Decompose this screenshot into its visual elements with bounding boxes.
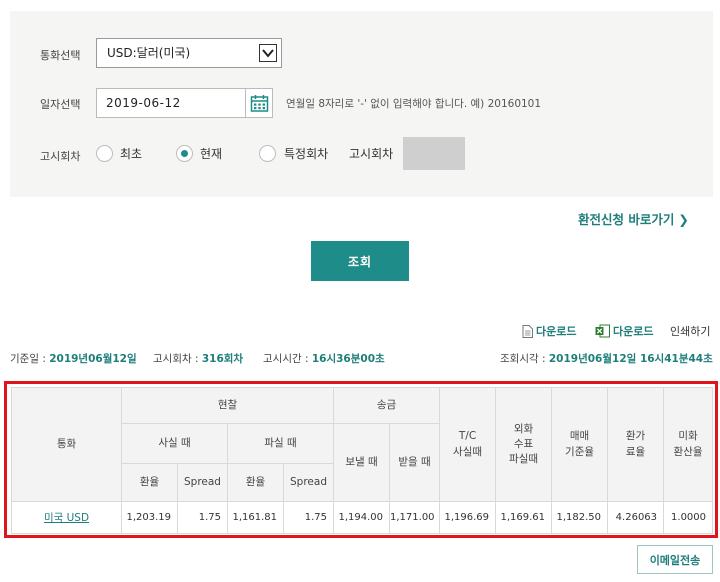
cell-cash-sell-spread: 1.75 [282,501,335,534]
currency-label: 통화선택 [40,49,81,62]
cell-cash-buy-spread: 1.75 [177,501,228,534]
chevron-down-icon[interactable] [259,44,277,62]
radio-specific[interactable] [259,145,276,162]
th-buy-rate: 환율 [121,463,178,502]
cell-cash-buy-rate: 1,203.19 [121,501,178,534]
excel-download-button[interactable]: 다운로드 [595,323,653,339]
th-check: 외화 수표 파실때 [495,387,553,502]
cell-currency: 미국 USD [11,501,122,534]
th-buy: 사실 때 [121,423,228,464]
cell-receive: 1,171.00 [389,501,441,534]
radio-current-label[interactable]: 현재 [200,145,222,162]
th-remit: 송금 [333,387,441,424]
notice-time-info: 고시시간 : 16시36분00초 [263,351,385,366]
date-hint: 연월일 8자리로 '-' 없이 입력해야 합니다. 예) 20160101 [286,98,542,110]
excel-icon [595,324,610,338]
notice-round-info: 고시회차 : 316회차 [153,351,243,366]
search-panel: 통화선택 USD:달러(미국) 일자선택 2019-06-12 연월일 8자리로… [10,11,713,197]
cell-usd-rate: 1.0000 [663,501,714,534]
base-date-value: 2019년06월12일 [49,353,137,365]
query-time-label: 조회시각 : [500,353,546,365]
calendar-icon[interactable] [245,88,273,118]
query-time-info: 조회시각 : 2019년06월12일 16시41분44초 [500,351,713,366]
currency-select[interactable]: USD:달러(미국) [96,38,282,68]
th-sell: 파실 때 [226,423,335,464]
notice-round-label: 고시회차 : [153,353,199,365]
th-sell-spread: Spread [282,463,335,502]
currency-select-value: USD:달러(미국) [107,46,191,60]
cell-tc: 1,196.69 [439,501,497,534]
currency-link[interactable]: 미국 USD [44,512,89,524]
exchange-shortcut-label: 환전신청 바로가기 [578,212,675,227]
cell-conversion: 4.26063 [607,501,665,534]
th-buy-spread: Spread [177,463,228,502]
cell-send: 1,194.00 [333,501,391,534]
date-input[interactable]: 2019-06-12 [96,88,246,118]
query-time-value: 2019년06월12일 16시41분44초 [548,353,713,365]
notice-round-value: 316회차 [201,353,244,365]
cell-base-rate: 1,182.50 [551,501,609,534]
base-date-info: 기준일 : 2019년06월12일 [10,351,137,366]
th-currency: 통화 [11,387,122,502]
exchange-shortcut-link[interactable]: 환전신청 바로가기 ❯ [578,209,689,228]
radio-current[interactable] [176,145,193,162]
rates-table-highlight: 통화 현찰 송금 T/C 사실때 외화 수표 파실때 매매 기준율 환가 료율 … [4,381,718,538]
excel-download-label: 다운로드 [613,325,654,338]
base-date-label: 기준일 : [10,353,46,365]
notice-number-input[interactable] [403,137,465,170]
print-button[interactable]: 인쇄하기 [670,323,710,339]
th-sell-rate: 환율 [227,463,284,502]
download-label: 다운로드 [536,325,577,338]
chevron-right-icon: ❯ [678,212,689,227]
th-conversion: 환가 료율 [607,387,665,502]
table-row: 미국 USD 1,203.19 1.75 1,161.81 1.75 1,194… [11,501,714,534]
notice-time-value: 16시36분00초 [311,353,385,365]
radio-specific-label[interactable]: 특정회차 [284,145,328,162]
download-button[interactable]: 다운로드 [522,323,576,339]
th-receive: 받을 때 [389,423,441,502]
th-usd-rate: 미화 환산율 [663,387,714,502]
document-icon [522,325,533,338]
rates-table: 통화 현찰 송금 T/C 사실때 외화 수표 파실때 매매 기준율 환가 료율 … [11,387,714,534]
radio-first-label[interactable]: 최초 [120,145,142,162]
th-base-rate: 매매 기준율 [551,387,609,502]
date-label: 일자선택 [40,98,81,111]
search-button[interactable]: 조회 [311,241,409,281]
notice-time-label: 고시시간 : [263,353,309,365]
cell-check: 1,169.61 [495,501,553,534]
th-cash: 현찰 [120,387,335,424]
th-send: 보낼 때 [333,423,391,502]
th-tc: T/C 사실때 [439,387,497,502]
radio-first[interactable] [96,145,113,162]
email-send-button[interactable]: 이메일전송 [637,545,713,574]
notice-number-label: 고시회차 [349,147,394,161]
cell-cash-sell-rate: 1,161.81 [227,501,284,534]
notice-label: 고시회차 [40,150,81,163]
